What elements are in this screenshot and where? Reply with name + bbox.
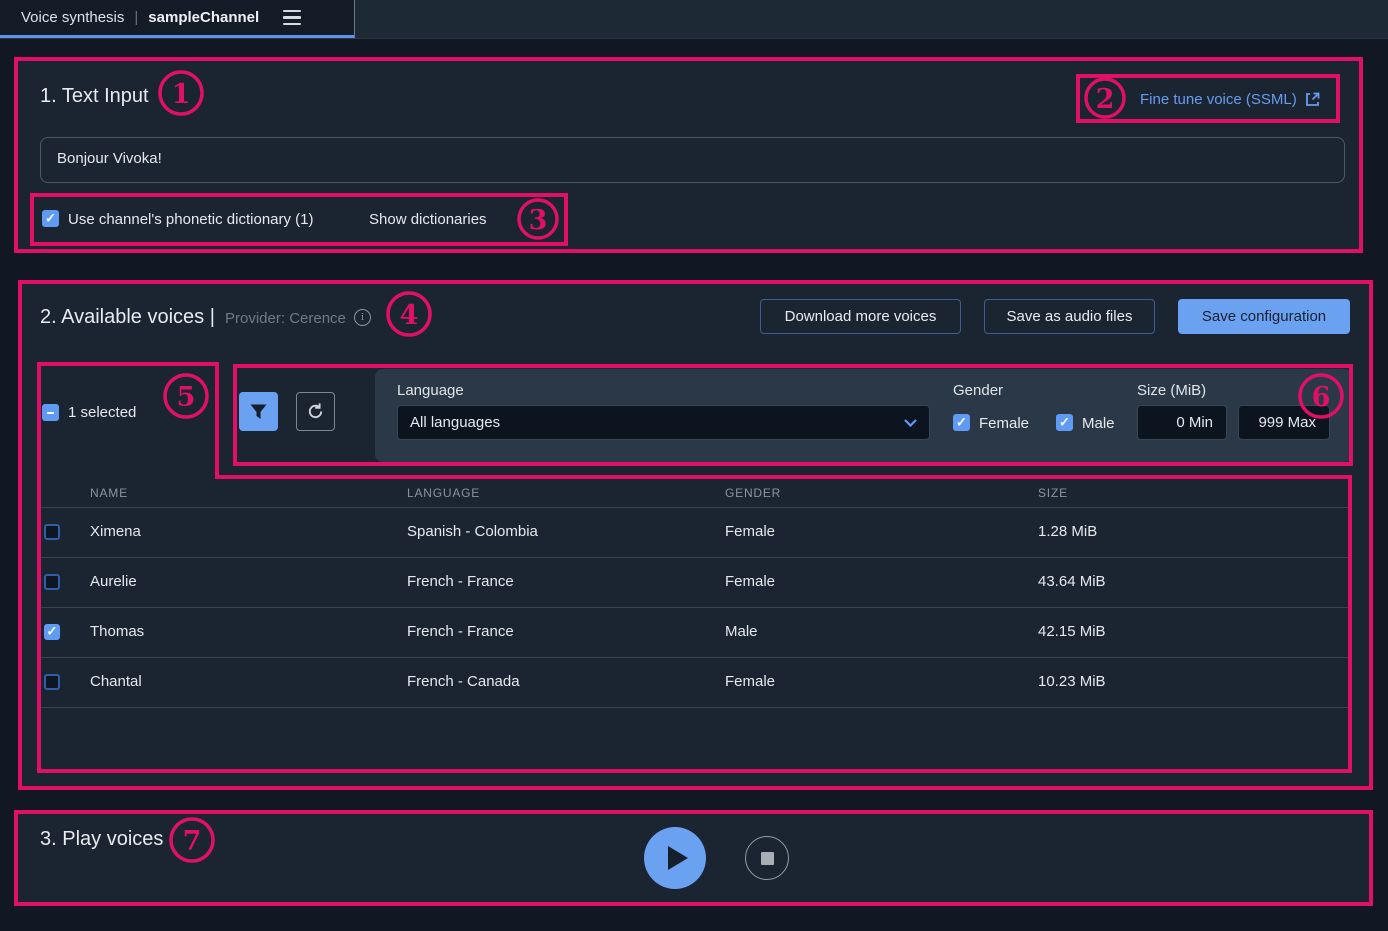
- title-separator: |: [134, 9, 138, 26]
- language-select[interactable]: All languages: [397, 405, 930, 440]
- filter-button[interactable]: [239, 392, 278, 431]
- section2-title: 2. Available voices |: [40, 306, 215, 329]
- app-title: Voice synthesis: [21, 9, 124, 26]
- cell-name: Ximena: [90, 523, 141, 540]
- gender-label: Gender: [953, 382, 1003, 399]
- cell-size: 1.28 MiB: [1038, 523, 1097, 540]
- size-label: Size (MiB): [1137, 382, 1206, 399]
- download-more-voices-button[interactable]: Download more voices: [760, 299, 961, 334]
- cell-language: Spanish - Colombia: [407, 523, 538, 540]
- row-checkbox[interactable]: [44, 624, 60, 640]
- select-all-checkbox[interactable]: [42, 404, 59, 421]
- cell-gender: Female: [725, 523, 775, 540]
- cell-gender: Female: [725, 573, 775, 590]
- cell-name: Thomas: [90, 623, 144, 640]
- save-configuration-button[interactable]: Save configuration: [1178, 299, 1350, 334]
- cell-size: 42.15 MiB: [1038, 623, 1106, 640]
- table-row[interactable]: Aurelie French - France Female 43.64 MiB: [37, 557, 1352, 608]
- col-header-gender: GENDER: [725, 486, 781, 500]
- cell-language: French - Canada: [407, 673, 520, 690]
- language-select-value: All languages: [410, 414, 500, 431]
- phonetic-dictionary-checkbox[interactable]: [42, 210, 59, 227]
- voices-table: NAME LANGUAGE GENDER SIZE Ximena Spanish…: [37, 479, 1352, 773]
- text-input-section: 1. Text Input Fine tune voice (SSML) Bon…: [14, 57, 1363, 253]
- play-voices-section: 3. Play voices: [14, 810, 1373, 906]
- section1-title: 1. Text Input: [40, 85, 149, 108]
- col-header-name: NAME: [90, 486, 128, 500]
- row-checkbox[interactable]: [44, 574, 60, 590]
- table-row[interactable]: Ximena Spanish - Colombia Female 1.28 Mi…: [37, 507, 1352, 558]
- chevron-down-icon: [904, 419, 917, 427]
- channel-name: sampleChannel: [148, 9, 259, 26]
- section3-title: 3. Play voices: [40, 828, 163, 851]
- play-button[interactable]: [644, 827, 706, 889]
- row-checkbox[interactable]: [44, 674, 60, 690]
- available-voices-section: 2. Available voices | Provider: Cerence …: [18, 280, 1373, 790]
- size-max-input[interactable]: [1238, 405, 1330, 440]
- table-row[interactable]: Thomas French - France Male 42.15 MiB: [37, 607, 1352, 658]
- male-checkbox[interactable]: [1056, 414, 1073, 431]
- show-dictionaries-link[interactable]: Show dictionaries: [369, 211, 487, 228]
- external-link-icon: [1305, 92, 1320, 107]
- selected-count-label: 1 selected: [68, 404, 136, 421]
- col-header-language: LANGUAGE: [407, 486, 480, 500]
- text-input-field[interactable]: Bonjour Vivoka!: [40, 137, 1345, 183]
- refresh-button[interactable]: [296, 392, 335, 431]
- stop-icon: [761, 852, 774, 865]
- col-header-size: SIZE: [1038, 486, 1068, 500]
- cell-gender: Female: [725, 673, 775, 690]
- top-bar: Voice synthesis | sampleChannel: [0, 0, 1388, 39]
- row-checkbox[interactable]: [44, 524, 60, 540]
- fine-tune-voice-label: Fine tune voice (SSML): [1140, 91, 1297, 108]
- fine-tune-voice-link[interactable]: Fine tune voice (SSML): [1140, 91, 1320, 108]
- table-header-row: NAME LANGUAGE GENDER SIZE: [37, 479, 1352, 508]
- cell-size: 43.64 MiB: [1038, 573, 1106, 590]
- phonetic-dictionary-label: Use channel's phonetic dictionary (1): [68, 211, 314, 228]
- female-checkbox[interactable]: [953, 414, 970, 431]
- info-icon[interactable]: i: [354, 309, 371, 326]
- table-row[interactable]: Chantal French - Canada Female 10.23 MiB: [37, 657, 1352, 708]
- play-icon: [668, 846, 688, 870]
- filter-panel: Language All languages Gender Female Mal…: [375, 369, 1352, 462]
- cell-language: French - France: [407, 573, 514, 590]
- active-channel-tab[interactable]: Voice synthesis | sampleChannel: [0, 0, 355, 38]
- funnel-icon: [250, 404, 267, 420]
- refresh-icon: [306, 402, 325, 421]
- language-label: Language: [397, 382, 464, 399]
- stop-button[interactable]: [745, 836, 789, 880]
- female-label: Female: [979, 415, 1029, 432]
- cell-name: Chantal: [90, 673, 142, 690]
- save-as-audio-files-button[interactable]: Save as audio files: [984, 299, 1155, 334]
- provider-label: Provider: Cerence: [225, 310, 346, 327]
- voice-synthesis-app: { "topbar": { "app_title": "Voice synthe…: [0, 0, 1388, 931]
- cell-language: French - France: [407, 623, 514, 640]
- male-label: Male: [1082, 415, 1115, 432]
- menu-icon[interactable]: [283, 10, 301, 25]
- cell-size: 10.23 MiB: [1038, 673, 1106, 690]
- size-min-input[interactable]: [1137, 405, 1227, 440]
- cell-gender: Male: [725, 623, 758, 640]
- cell-name: Aurelie: [90, 573, 137, 590]
